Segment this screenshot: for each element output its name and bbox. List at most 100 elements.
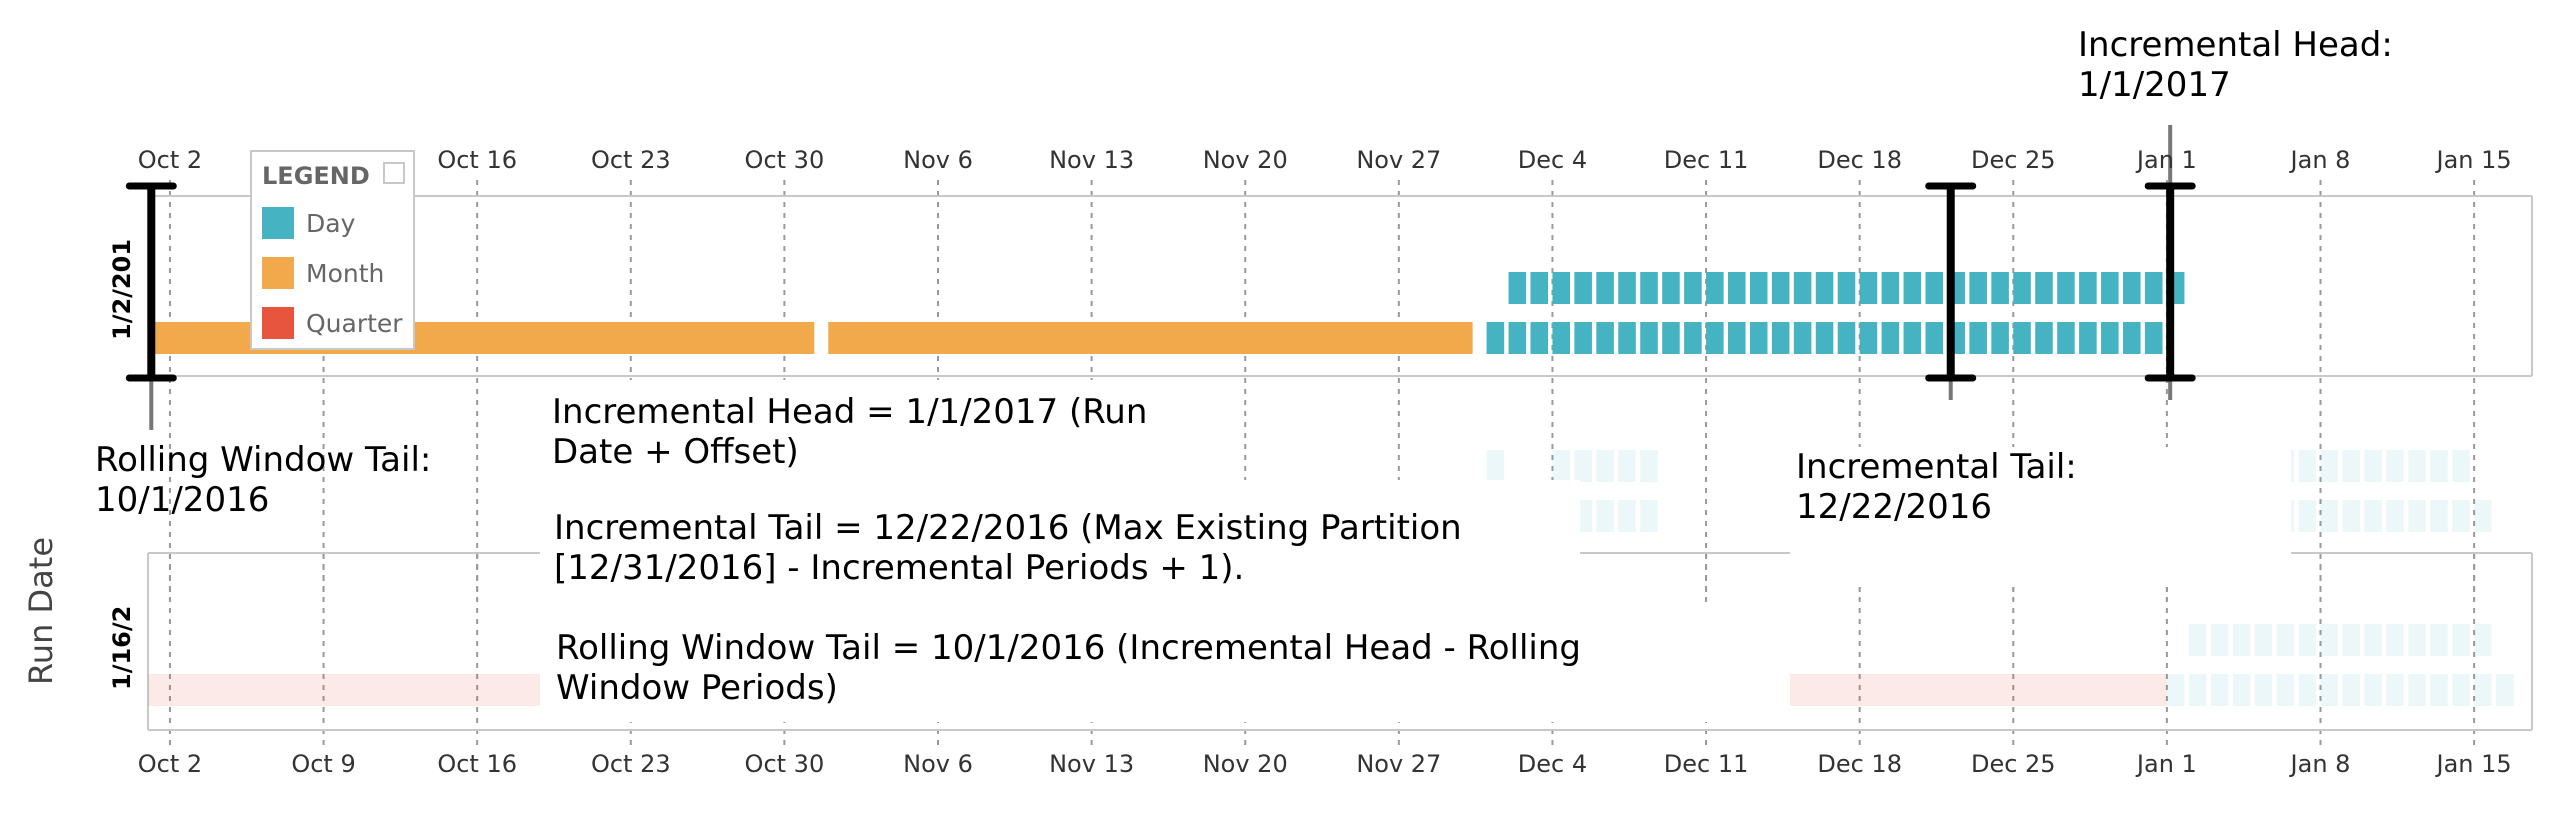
top-tick-label-4: Oct 30	[745, 146, 825, 174]
ghost-day-upper-3	[1596, 450, 1614, 482]
day-partition-lower-20	[1925, 322, 1944, 354]
ghost-day-upper-14	[2408, 450, 2426, 482]
day-partition-lower-4	[1574, 322, 1592, 354]
day-partition-lower-24	[2013, 322, 2031, 354]
day-partition-row2-lower-7	[2320, 674, 2339, 706]
legend-swatch-month	[262, 257, 294, 289]
incremental-tail-title: Incremental Tail:	[1796, 447, 2077, 487]
day-partition-row2-lower-9	[2364, 674, 2382, 706]
day-partition-row2-upper-8	[2364, 624, 2382, 656]
ghost-day-upper-1	[1552, 450, 1570, 482]
top-tick-label-8: Nov 27	[1356, 146, 1441, 174]
top-tick-label-10: Dec 11	[1664, 146, 1749, 174]
top-tick-label-11: Dec 18	[1817, 146, 1902, 174]
head-formula-line-1: Incremental Head = 1/1/2017 (Run	[552, 392, 1148, 432]
top-tick-label-6: Nov 13	[1049, 146, 1134, 174]
day-partition-row2-lower-10	[2386, 674, 2404, 706]
day-partition-upper-5	[1618, 272, 1636, 304]
day-partition-row2-lower-4	[2254, 674, 2273, 706]
incremental-head-callout: Incremental Head: 1/1/2017	[2078, 25, 2398, 105]
day-partition-lower-23	[1991, 322, 2009, 354]
legend-label-quarter: Quarter	[306, 308, 403, 338]
ghost-day-upper-12	[2364, 450, 2382, 482]
bottom-tick-label-7: Nov 20	[1203, 750, 1288, 778]
top-tick-label-3: Oct 23	[591, 146, 671, 174]
ghost-day-upper-13	[2386, 450, 2404, 482]
ghost-day-lower-15	[2474, 500, 2492, 532]
day-partition-row2-lower-0	[2166, 674, 2185, 706]
day-partition-row2-upper-1	[2210, 624, 2229, 656]
day-partition-lower-12	[1749, 322, 1768, 354]
day-partition-lower-29	[2123, 322, 2141, 354]
day-partition-lower-19	[1903, 322, 1922, 354]
day-partition-upper-2	[1552, 272, 1570, 304]
ghost-day-lower-11	[2386, 500, 2404, 532]
day-partition-upper-27	[2101, 272, 2119, 304]
formula-box-rolling: Rolling Window Tail = 10/1/2016 (Increme…	[540, 602, 1790, 722]
day-partition-lower-27	[2079, 322, 2097, 354]
day-partition-lower-30	[2144, 322, 2163, 354]
day-partition-upper-23	[2013, 272, 2031, 304]
day-partition-upper-4	[1596, 272, 1614, 304]
legend-item-month[interactable]: Month	[262, 257, 384, 289]
day-partition-upper-22	[1991, 272, 2009, 304]
legend-item-quarter[interactable]: Quarter	[262, 307, 403, 339]
legend-label-day: Day	[306, 208, 356, 238]
day-partition-row2-lower-8	[2342, 674, 2360, 706]
day-partition-upper-24	[2035, 272, 2053, 304]
day-partition-lower-6	[1618, 322, 1636, 354]
day-partition-lower-0	[1486, 322, 1505, 354]
incremental-tail-date: 12/22/2016	[1796, 487, 1992, 527]
bottom-tick-label-13: Jan 1	[2135, 750, 2197, 778]
bottom-tick-label-2: Oct 16	[437, 750, 517, 778]
day-partition-lower-22	[1969, 322, 1987, 354]
day-partition-row2-lower-15	[2496, 674, 2514, 706]
ghost-day-lower-14	[2452, 500, 2470, 532]
day-partition-row2-lower-13	[2452, 674, 2470, 706]
ghost-day-upper-11	[2342, 450, 2360, 482]
day-partition-lower-14	[1793, 322, 1812, 354]
day-partition-upper-11	[1749, 272, 1768, 304]
day-partition-upper-6	[1640, 272, 1658, 304]
day-partition-row2-lower-14	[2474, 674, 2492, 706]
day-partition-lower-3	[1552, 322, 1570, 354]
day-partition-lower-10	[1706, 322, 1724, 354]
bottom-tick-label-8: Nov 27	[1356, 750, 1441, 778]
day-partition-upper-18	[1903, 272, 1922, 304]
head-formula-line-2: Date + Offset)	[552, 432, 799, 472]
top-tick-label-12: Dec 25	[1971, 146, 2056, 174]
day-partition-upper-12	[1771, 272, 1790, 304]
ghost-day-upper-16	[2452, 450, 2470, 482]
day-partition-row2-upper-10	[2408, 624, 2426, 656]
ghost-day-upper-4	[1618, 450, 1636, 482]
ghost-day-lower-10	[2364, 500, 2382, 532]
day-partition-upper-26	[2079, 272, 2097, 304]
legend-close-icon[interactable]	[383, 162, 405, 184]
day-partition-row2-lower-5	[2276, 674, 2295, 706]
bottom-tick-label-10: Dec 11	[1664, 750, 1749, 778]
day-partition-upper-10	[1728, 272, 1746, 304]
bottom-tick-label-5: Nov 6	[903, 750, 973, 778]
top-tick-label-2: Oct 16	[437, 146, 517, 174]
ghost-day-lower-3	[1618, 500, 1636, 532]
day-partition-row2-upper-5	[2298, 624, 2317, 656]
legend-item-day[interactable]: Day	[262, 207, 355, 239]
bottom-tick-label-0: Oct 2	[138, 750, 202, 778]
day-partition-row2-lower-2	[2210, 674, 2229, 706]
ghost-day-upper-15	[2430, 450, 2448, 482]
row-label-2: 1/16/2	[108, 606, 136, 690]
day-partition-upper-29	[2144, 272, 2163, 304]
day-partition-upper-3	[1574, 272, 1592, 304]
day-partition-lower-5	[1596, 322, 1614, 354]
day-partition-row2-upper-2	[2232, 624, 2251, 656]
ghost-day-lower-9	[2342, 500, 2360, 532]
day-partition-row2-upper-4	[2276, 624, 2295, 656]
day-partition-row2-upper-12	[2452, 624, 2470, 656]
legend-title: LEGEND	[262, 162, 370, 190]
bottom-tick-label-11: Dec 18	[1817, 750, 1902, 778]
row-label-1: 1/2/201	[108, 239, 136, 340]
bottom-tick-label-1: Oct 9	[291, 750, 355, 778]
incremental-head-date: 1/1/2017	[2078, 65, 2231, 105]
day-partition-upper-15	[1837, 272, 1856, 304]
rolling-formula-line-1: Rolling Window Tail = 10/1/2016 (Increme…	[556, 628, 1581, 668]
